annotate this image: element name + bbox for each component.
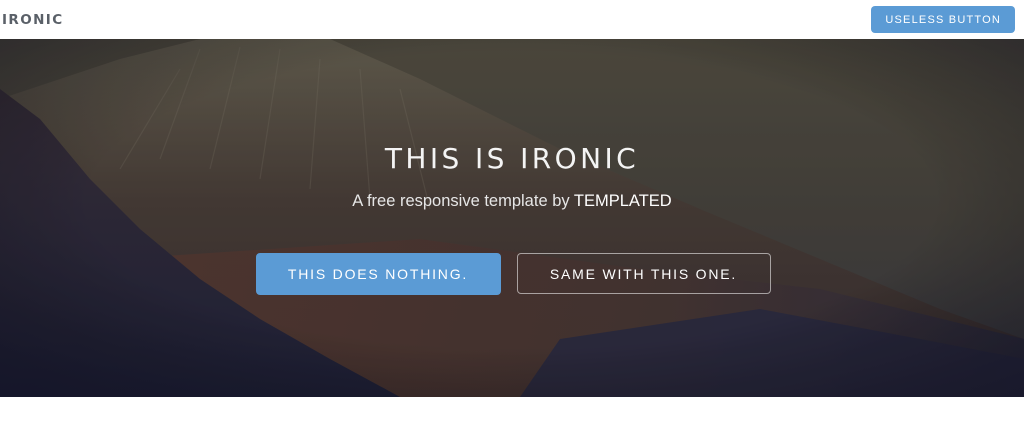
hero-content: THIS IS IRONIC A free responsive templat…: [0, 39, 1024, 397]
top-navbar: IRONIC USELESS BUTTON: [0, 0, 1024, 39]
useless-button[interactable]: USELESS BUTTON: [871, 6, 1015, 33]
hero-button-group: THIS DOES NOTHING. SAME WITH THIS ONE.: [0, 253, 1024, 295]
hero-banner: THIS IS IRONIC A free responsive templat…: [0, 39, 1024, 397]
hero-subtitle: A free responsive template by TEMPLATED: [0, 190, 1024, 212]
hero-title: THIS IS IRONIC: [384, 142, 640, 175]
same-with-this-one-button[interactable]: SAME WITH THIS ONE.: [516, 253, 771, 294]
site-logo[interactable]: IRONIC: [2, 12, 64, 28]
does-nothing-button[interactable]: THIS DOES NOTHING.: [255, 253, 501, 295]
hero-subtitle-text: A free responsive template by: [352, 192, 574, 210]
hero-subtitle-brand: TEMPLATED: [573, 192, 672, 210]
